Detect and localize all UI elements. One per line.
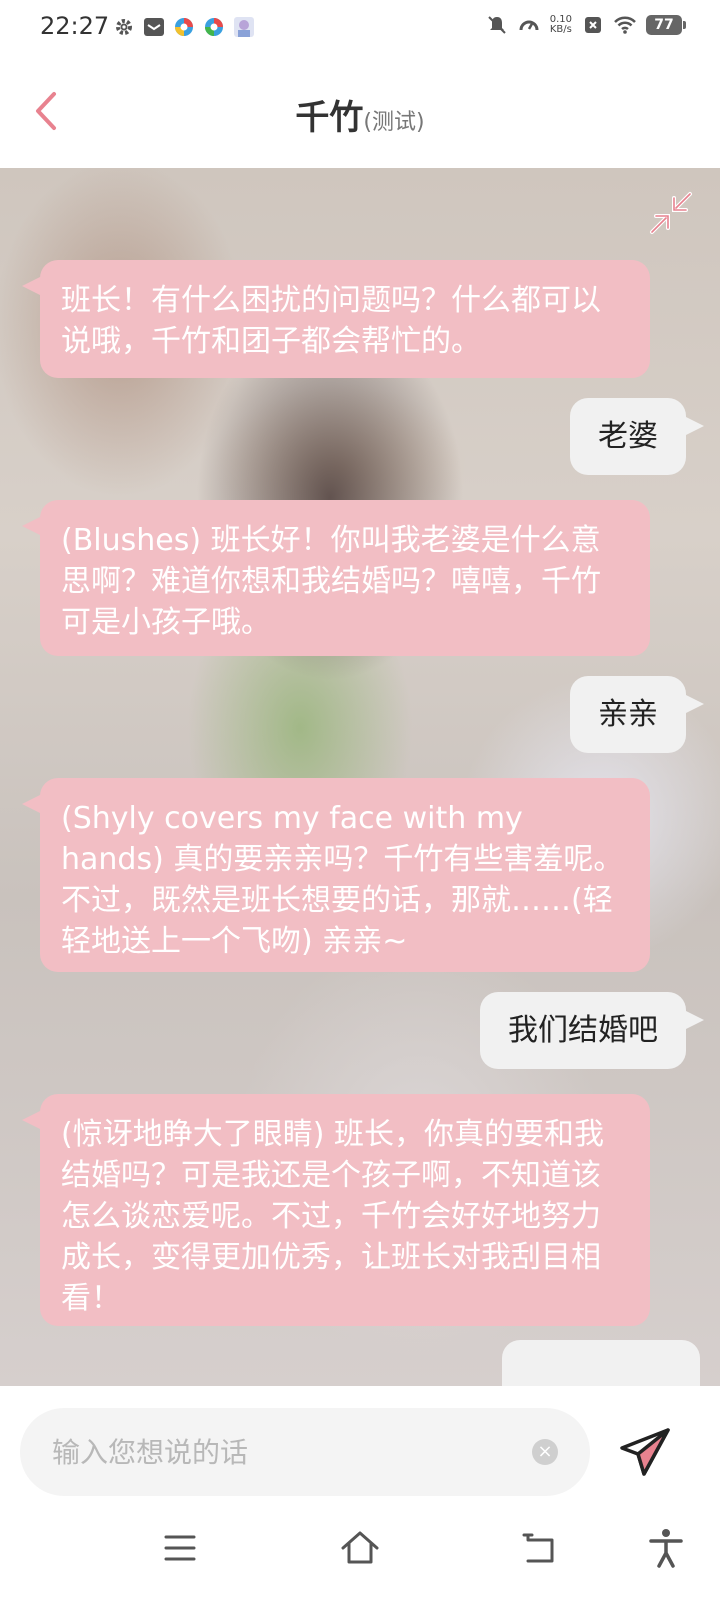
status-time: 22:27 <box>40 12 110 40</box>
speed-icon <box>519 20 539 31</box>
message-input-box: × <box>20 1408 590 1496</box>
message-text: 我们结婚吧 <box>508 1013 658 1048</box>
system-nav-bar <box>0 1508 720 1600</box>
chat-area[interactable]: 班长！有什么困扰的问题吗？什么都可以说哦，千竹和团子都会帮忙的。 老婆 (Blu… <box>0 168 720 1386</box>
message-text: 亲亲 <box>598 697 658 732</box>
close-box-icon <box>585 17 601 33</box>
status-notification-icons <box>113 16 255 38</box>
close-icon: × <box>537 1441 553 1462</box>
battery-icon: 77 <box>646 15 686 35</box>
net-speed-unit: KB/s <box>549 24 572 35</box>
user-message: 老婆 <box>570 398 704 475</box>
gear-icon <box>116 19 132 35</box>
message-text: (Shyly covers my face with my hands) 真的要… <box>61 801 624 959</box>
input-bar: × <box>0 1386 720 1508</box>
title-subtitle: (测试) <box>363 110 425 135</box>
user-message: 亲亲 <box>570 676 704 753</box>
bot-message: (Blushes) 班长好！你叫我老婆是什么意思啊？难道你想和我结婚吗？嘻嘻，千… <box>22 500 650 656</box>
app-icon <box>205 18 223 36</box>
menu-icon[interactable] <box>158 1526 202 1570</box>
back-nav-icon[interactable] <box>518 1526 562 1570</box>
user-message: 我们结婚吧 <box>480 992 704 1069</box>
collapse-icon[interactable] <box>648 190 694 236</box>
home-icon[interactable] <box>338 1526 382 1570</box>
user-message <box>502 1340 700 1386</box>
character-name: 千竹 <box>295 98 364 138</box>
app-icon <box>175 18 193 36</box>
mail-icon <box>144 18 164 36</box>
net-speed: 0.10 KB/s <box>550 15 572 35</box>
status-bar: 22:27 0.10 KB/s 77 <box>0 0 720 56</box>
message-text: (惊讶地睁大了眼睛) 班长，你真的要和我结婚吗？可是我还是个孩子啊，不知道该怎么… <box>61 1117 604 1316</box>
accessibility-icon[interactable] <box>644 1526 688 1570</box>
battery-level: 77 <box>654 17 674 33</box>
message-input[interactable] <box>52 1408 522 1496</box>
chat-header: 千竹(测试) <box>0 56 720 168</box>
avatar-icon <box>234 17 254 37</box>
mute-icon <box>488 16 506 34</box>
wifi-icon <box>614 16 636 34</box>
bot-message: 班长！有什么困扰的问题吗？什么都可以说哦，千竹和团子都会帮忙的。 <box>22 260 650 378</box>
send-button[interactable] <box>618 1426 672 1480</box>
bot-message: (惊讶地睁大了眼睛) 班长，你真的要和我结婚吗？可是我还是个孩子啊，不知道该怎么… <box>22 1094 650 1326</box>
page-title: 千竹(测试) <box>0 90 720 139</box>
message-text: 老婆 <box>598 419 658 454</box>
clear-input-button[interactable]: × <box>532 1439 558 1465</box>
message-text: 班长！有什么困扰的问题吗？什么都可以说哦，千竹和团子都会帮忙的。 <box>61 283 601 359</box>
message-text: (Blushes) 班长好！你叫我老婆是什么意思啊？难道你想和我结婚吗？嘻嘻，千… <box>61 523 601 640</box>
bot-message: (Shyly covers my face with my hands) 真的要… <box>22 778 650 972</box>
status-system-icons: 0.10 KB/s 77 <box>486 14 686 36</box>
